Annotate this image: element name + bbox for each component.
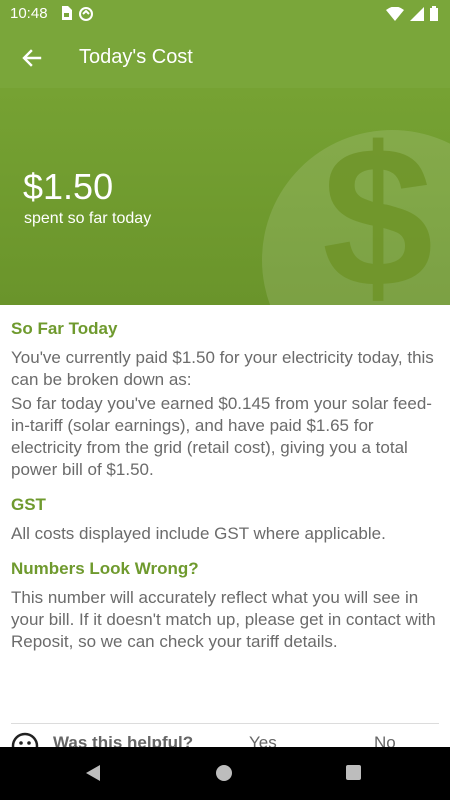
hero-banner: $ $1.50 spent so far today [0,88,450,305]
section-title: GST [11,495,46,514]
section-numbers-look-wrong: Numbers Look Wrong? This number will acc… [11,559,439,653]
arrow-left-icon [22,49,42,67]
section-paragraph: All costs displayed include GST where ap… [11,524,386,543]
sync-icon [79,7,93,21]
cost-amount: $1.50 [23,166,114,207]
battery-icon [430,6,438,21]
section-gst: GST All costs displayed include GST wher… [11,495,439,545]
section-paragraph: So far today you've earned $0.145 from y… [11,394,432,479]
section-paragraph: You've currently paid $1.50 for your ele… [11,348,434,389]
sim-card-icon [62,6,72,20]
app-bar: Today's Cost [0,28,450,88]
status-bar: 10:48 [0,0,450,28]
cost-subtitle: spent so far today [24,210,152,227]
divider [11,723,439,724]
wifi-icon [386,6,404,21]
section-so-far-today: So Far Today You've currently paid $1.50… [11,319,439,481]
section-paragraph: This number will accurately reflect what… [11,588,436,651]
status-left-icons [60,6,94,22]
dollar-icon: $ [322,106,434,306]
details-content: So Far Today You've currently paid $1.50… [11,305,439,655]
back-button[interactable] [16,42,48,74]
status-time: 10:48 [10,5,48,22]
page-title: Today's Cost [79,46,193,68]
nav-home-icon[interactable] [216,765,232,781]
signal-icon [410,6,424,21]
system-nav-bar [0,747,450,800]
section-title: So Far Today [11,319,118,338]
section-title: Numbers Look Wrong? [11,559,199,578]
status-right-icons [386,6,438,21]
nav-recents-icon[interactable] [346,765,361,780]
nav-back-icon[interactable] [84,763,102,783]
